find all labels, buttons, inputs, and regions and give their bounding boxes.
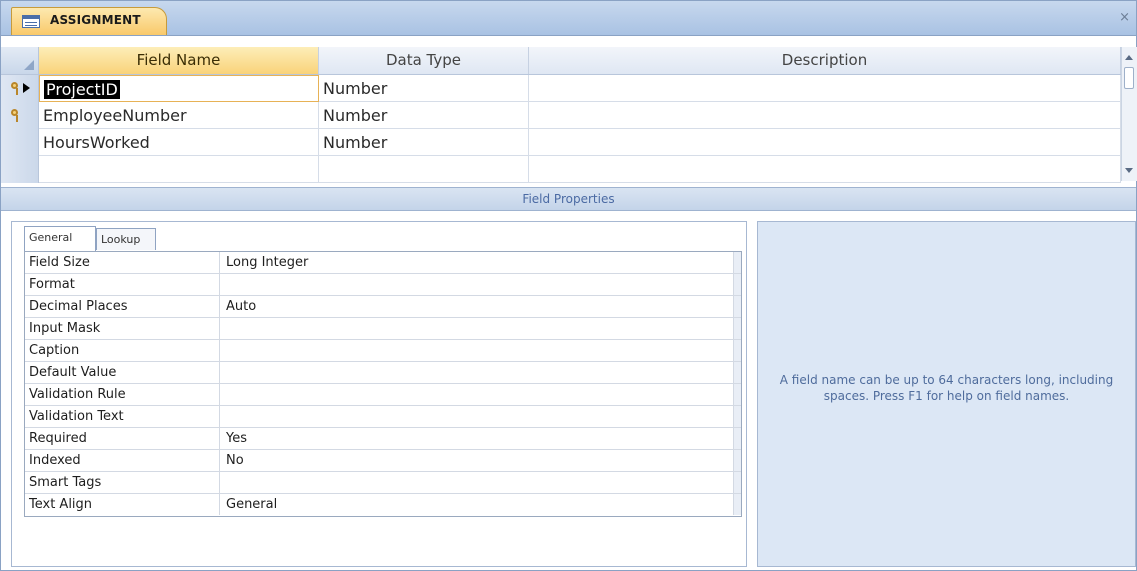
property-row-indexed[interactable]: Indexed No [25,450,741,472]
property-label: Field Size [25,252,220,273]
property-label: Default Value [25,362,220,383]
table-row[interactable]: ProjectID Number [1,75,1121,102]
property-row-caption[interactable]: Caption [25,340,741,362]
property-value[interactable] [220,362,733,383]
tab-general[interactable]: General [24,226,96,251]
primary-key-icon [11,109,23,122]
property-value[interactable] [220,340,733,361]
row-selector[interactable] [1,156,39,183]
property-value[interactable] [220,472,733,493]
property-value[interactable]: General [220,494,733,515]
description-cell[interactable] [529,129,1121,156]
property-value[interactable] [220,384,733,405]
scroll-down-arrow-icon[interactable] [1125,168,1133,173]
data-type-cell[interactable]: Number [319,75,529,102]
property-row-text-align[interactable]: Text Align General [25,494,741,516]
select-all-corner[interactable] [1,47,39,74]
field-name-cell[interactable] [39,156,319,183]
data-type-cell[interactable]: Number [319,102,529,129]
property-row-format[interactable]: Format [25,274,741,296]
property-row-field-size[interactable]: Field Size Long Integer [25,252,741,274]
property-row-required[interactable]: Required Yes [25,428,741,450]
property-value[interactable] [220,406,733,427]
table-design-window: ASSIGNMENT × Field Name Data Type Descri… [0,0,1137,571]
document-tab-strip: ASSIGNMENT × [1,1,1136,36]
property-row-validation-text[interactable]: Validation Text [25,406,741,428]
row-selector[interactable] [1,129,39,156]
property-row-validation-rule[interactable]: Validation Rule [25,384,741,406]
field-name-cell[interactable]: HoursWorked [39,129,319,156]
property-label: Smart Tags [25,472,220,493]
column-header-description[interactable]: Description [529,47,1121,74]
property-label: Validation Rule [25,384,220,405]
field-properties-bar: Field Properties [1,187,1136,211]
property-label: Text Align [25,494,220,515]
current-row-arrow-icon [23,83,30,93]
primary-key-icon [11,82,23,95]
property-value[interactable]: Auto [220,296,733,317]
property-row-decimal-places[interactable]: Decimal Places Auto [25,296,741,318]
field-name-text: ProjectID [44,80,120,99]
property-value[interactable]: No [220,450,733,471]
property-row-smart-tags[interactable]: Smart Tags [25,472,741,494]
help-text: A field name can be up to 64 characters … [779,373,1114,403]
table-row[interactable]: EmployeeNumber Number [1,102,1121,129]
tab-lookup[interactable]: Lookup [96,228,156,250]
scroll-thumb[interactable] [1124,67,1134,89]
property-label: Format [25,274,220,295]
property-value[interactable] [220,274,733,295]
property-value[interactable]: Long Integer [220,252,733,273]
data-type-cell[interactable] [319,156,529,183]
table-icon [22,15,40,28]
table-row[interactable]: HoursWorked Number [1,129,1121,156]
property-label: Indexed [25,450,220,471]
property-value[interactable] [220,318,733,339]
description-cell[interactable] [529,102,1121,129]
property-label: Caption [25,340,220,361]
field-name-cell[interactable]: ProjectID [39,75,319,102]
property-sheet: Field Size Long Integer Format Decimal P… [24,251,742,517]
grid-vertical-scrollbar[interactable] [1121,47,1137,181]
property-help-pane: A field name can be up to 64 characters … [757,221,1136,567]
document-tab-assignment[interactable]: ASSIGNMENT [11,7,167,35]
data-type-cell[interactable]: Number [319,129,529,156]
close-icon[interactable]: × [1119,11,1130,25]
property-label: Required [25,428,220,449]
document-tab-title: ASSIGNMENT [50,13,141,27]
column-header-field-name[interactable]: Field Name [39,47,319,74]
property-row-input-mask[interactable]: Input Mask [25,318,741,340]
scroll-up-arrow-icon[interactable] [1125,55,1133,60]
column-header-data-type[interactable]: Data Type [319,47,529,74]
property-value[interactable]: Yes [220,428,733,449]
property-label: Validation Text [25,406,220,427]
field-name-cell[interactable]: EmployeeNumber [39,102,319,129]
description-cell[interactable] [529,156,1121,183]
row-selector[interactable] [1,102,39,129]
grid-header-row: Field Name Data Type Description [1,47,1121,75]
property-label: Input Mask [25,318,220,339]
table-row[interactable] [1,156,1121,183]
description-cell[interactable] [529,75,1121,102]
row-selector[interactable] [1,75,39,102]
property-row-default-value[interactable]: Default Value [25,362,741,384]
property-label: Decimal Places [25,296,220,317]
field-properties-pane: General Lookup Field Size Long Integer F… [11,221,747,567]
